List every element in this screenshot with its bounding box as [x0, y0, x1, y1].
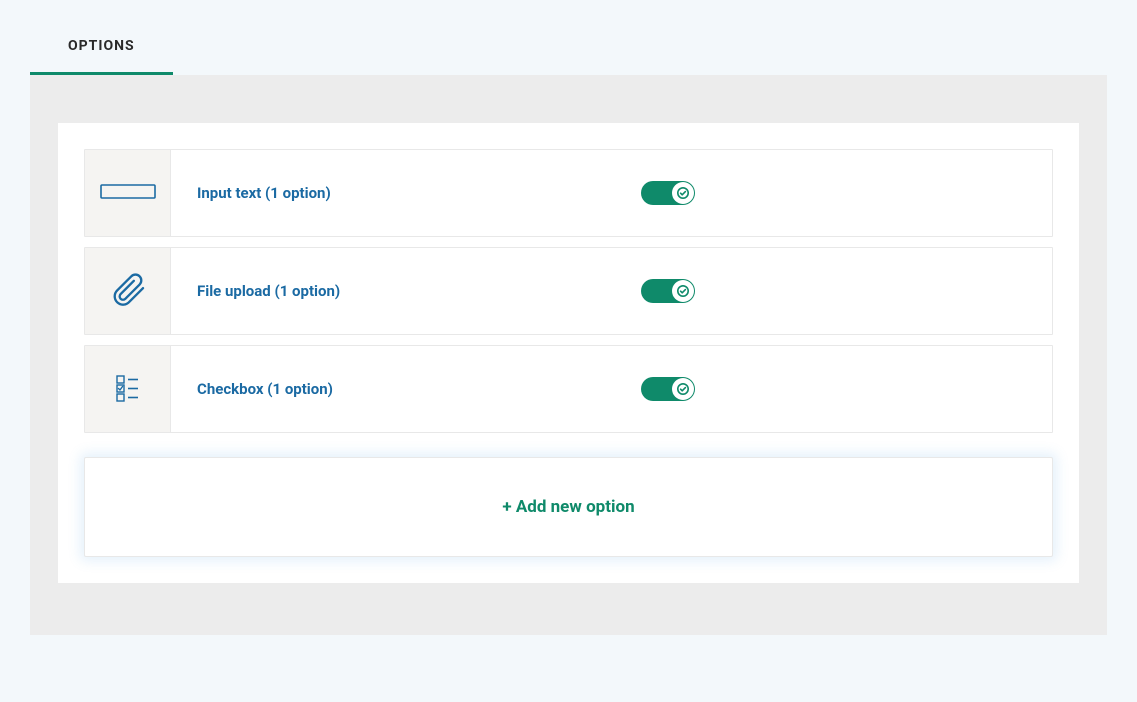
option-icon-box: [85, 346, 171, 432]
option-label: Checkbox (1 option): [171, 346, 621, 432]
check-icon: [677, 380, 689, 399]
tab-bar: OPTIONS: [0, 0, 1137, 75]
paperclip-icon: [108, 269, 148, 313]
option-icon-box: [85, 248, 171, 334]
toggle-knob: [672, 182, 694, 204]
toggle-cell: [621, 346, 1052, 432]
option-row-checkbox[interactable]: Checkbox (1 option): [84, 345, 1053, 433]
toggle-knob: [672, 378, 694, 400]
tab-options[interactable]: OPTIONS: [30, 0, 173, 75]
add-new-option-button[interactable]: + Add new option: [84, 457, 1053, 557]
toggle-input-text[interactable]: [641, 181, 695, 205]
options-card: Input text (1 option): [58, 123, 1079, 583]
check-icon: [677, 184, 689, 203]
toggle-checkbox[interactable]: [641, 377, 695, 401]
option-row-file-upload[interactable]: File upload (1 option): [84, 247, 1053, 335]
panel-options: Input text (1 option): [30, 75, 1107, 635]
check-icon: [677, 282, 689, 301]
toggle-file-upload[interactable]: [641, 279, 695, 303]
toggle-cell: [621, 248, 1052, 334]
option-label: File upload (1 option): [171, 248, 621, 334]
option-icon-box: [85, 150, 171, 236]
toggle-cell: [621, 150, 1052, 236]
input-text-icon: [100, 180, 156, 206]
option-row-input-text[interactable]: Input text (1 option): [84, 149, 1053, 237]
toggle-knob: [672, 280, 694, 302]
checklist-icon: [111, 370, 145, 408]
option-label: Input text (1 option): [171, 150, 621, 236]
